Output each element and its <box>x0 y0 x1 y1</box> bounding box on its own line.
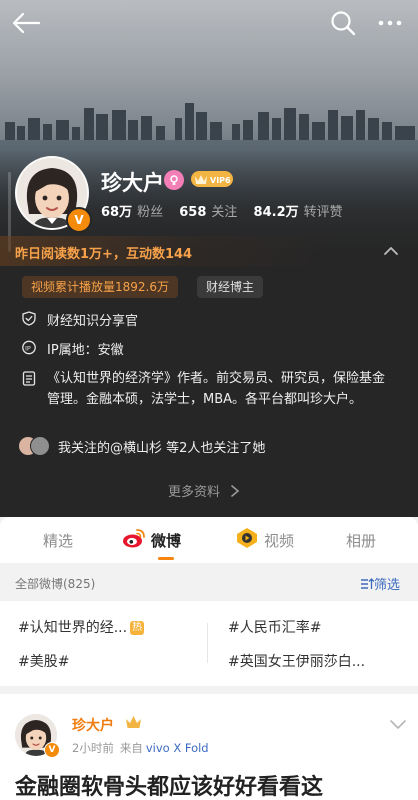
read-stats-row: 昨日阅读数1万+，互动数144 <box>0 236 418 266</box>
topic-grid: #认知世界的经... 热 #人民币汇率# #美股# #英国女王伊丽莎白... <box>0 601 418 686</box>
tag-finance-blogger[interactable]: 财经博主 <box>197 276 264 298</box>
back-arrow-icon[interactable] <box>10 8 42 38</box>
more-info-label: 更多资料 <box>168 485 221 500</box>
weibo-logo-icon <box>123 529 145 548</box>
document-icon <box>22 371 36 386</box>
shield-check-icon <box>22 311 36 326</box>
stat-value: 68万 <box>101 205 133 220</box>
read-stats-text: 昨日阅读数1万+，互动数144 <box>15 247 193 262</box>
ip-location-text: IP属地：安徽 <box>47 343 124 358</box>
topic-item[interactable]: #美股# <box>18 651 196 671</box>
stat-value: 658 <box>179 205 207 220</box>
post-card[interactable]: V 珍大户 2小时前 来自 vivo X Fold 金融圈软骨头都应该好好看看这 <box>0 694 418 800</box>
tab-video[interactable]: 视频 <box>264 530 294 551</box>
chevron-up-icon[interactable] <box>383 243 399 259</box>
stat-fans[interactable]: 68万 粉丝 <box>101 201 163 220</box>
mutual-avatar <box>30 436 50 456</box>
chevron-down-icon[interactable] <box>390 720 406 730</box>
ip-pin-icon: IP <box>22 340 36 355</box>
post-text: 金融圈软骨头都应该好好看看这 <box>15 775 324 800</box>
more-info-link[interactable]: 更多资料 <box>168 481 240 500</box>
post-meta: 2小时前 来自 vivo X Fold <box>72 740 209 756</box>
topic-label: #认知世界的经... <box>18 620 128 636</box>
tab-album[interactable]: 相册 <box>346 530 376 551</box>
tag-video-views[interactable]: 视频累计播放量1892.6万 <box>22 276 178 298</box>
cover-skyline <box>0 103 418 145</box>
stat-interactions[interactable]: 84.2万 转评赞 <box>254 201 343 220</box>
post-time: 2小时前 <box>72 741 114 755</box>
filter-label: 筛选 <box>374 578 401 593</box>
topics-divider <box>207 623 208 663</box>
stat-label: 关注 <box>211 205 238 220</box>
filter-button[interactable]: 筛选 <box>360 574 400 593</box>
stat-following[interactable]: 658 关注 <box>179 201 237 220</box>
profile-tabs: 精选 微博 视频 相册 <box>0 517 418 563</box>
topic-item[interactable]: #人民币汇率# <box>228 617 403 637</box>
more-dots-icon[interactable] <box>375 11 405 35</box>
profile-name: 珍大户 <box>101 171 164 195</box>
profile-stats: 68万 粉丝 658 关注 84.2万 转评赞 <box>101 201 355 220</box>
female-gender-icon <box>164 170 184 190</box>
filter-bar: 全部微博(825) 筛选 <box>0 565 418 601</box>
video-play-icon <box>237 528 257 548</box>
svg-text:IP: IP <box>25 345 31 353</box>
verified-badge: V <box>66 207 92 233</box>
stat-label: 粉丝 <box>137 205 164 220</box>
top-bar <box>0 0 418 46</box>
profile-header: V 珍大户 VIP6 68万 粉丝 658 关注 84.2万 转评赞 昨日阅读数1万+… <box>0 0 418 517</box>
post-source-label: 来自 <box>119 741 143 755</box>
topic-item[interactable]: #认知世界的经... 热 <box>18 617 196 637</box>
vip-label: VIP6 <box>210 176 231 185</box>
tab-weibo[interactable]: 微博 <box>151 530 181 551</box>
search-icon[interactable] <box>329 9 357 37</box>
active-tab-indicator <box>158 557 174 560</box>
filter-icon <box>361 578 375 589</box>
chevron-right-icon <box>231 485 240 497</box>
stat-label: 转评赞 <box>303 205 343 220</box>
mutual-followers-text: 我关注的@横山杉 等2人也关注了她 <box>58 441 266 456</box>
certification-text: 财经知识分享官 <box>47 314 139 329</box>
post-verified-badge: V <box>44 742 60 758</box>
tab-featured[interactable]: 精选 <box>43 530 73 551</box>
post-count-label: 全部微博(825) <box>15 577 96 591</box>
vip-badge-icon[interactable]: VIP6 <box>191 170 233 188</box>
crown-icon <box>126 716 141 728</box>
topic-item[interactable]: #英国女王伊丽莎白... <box>228 651 408 671</box>
bio-text: 《认知世界的经济学》作者。前交易员、研究员，保险基金管理。金融本硕，法学士，MB… <box>47 371 386 407</box>
stat-value: 84.2万 <box>253 205 299 220</box>
post-author-name[interactable]: 珍大户 <box>72 715 114 735</box>
hot-badge: 热 <box>130 621 145 635</box>
post-device[interactable]: vivo X Fold <box>146 741 209 755</box>
